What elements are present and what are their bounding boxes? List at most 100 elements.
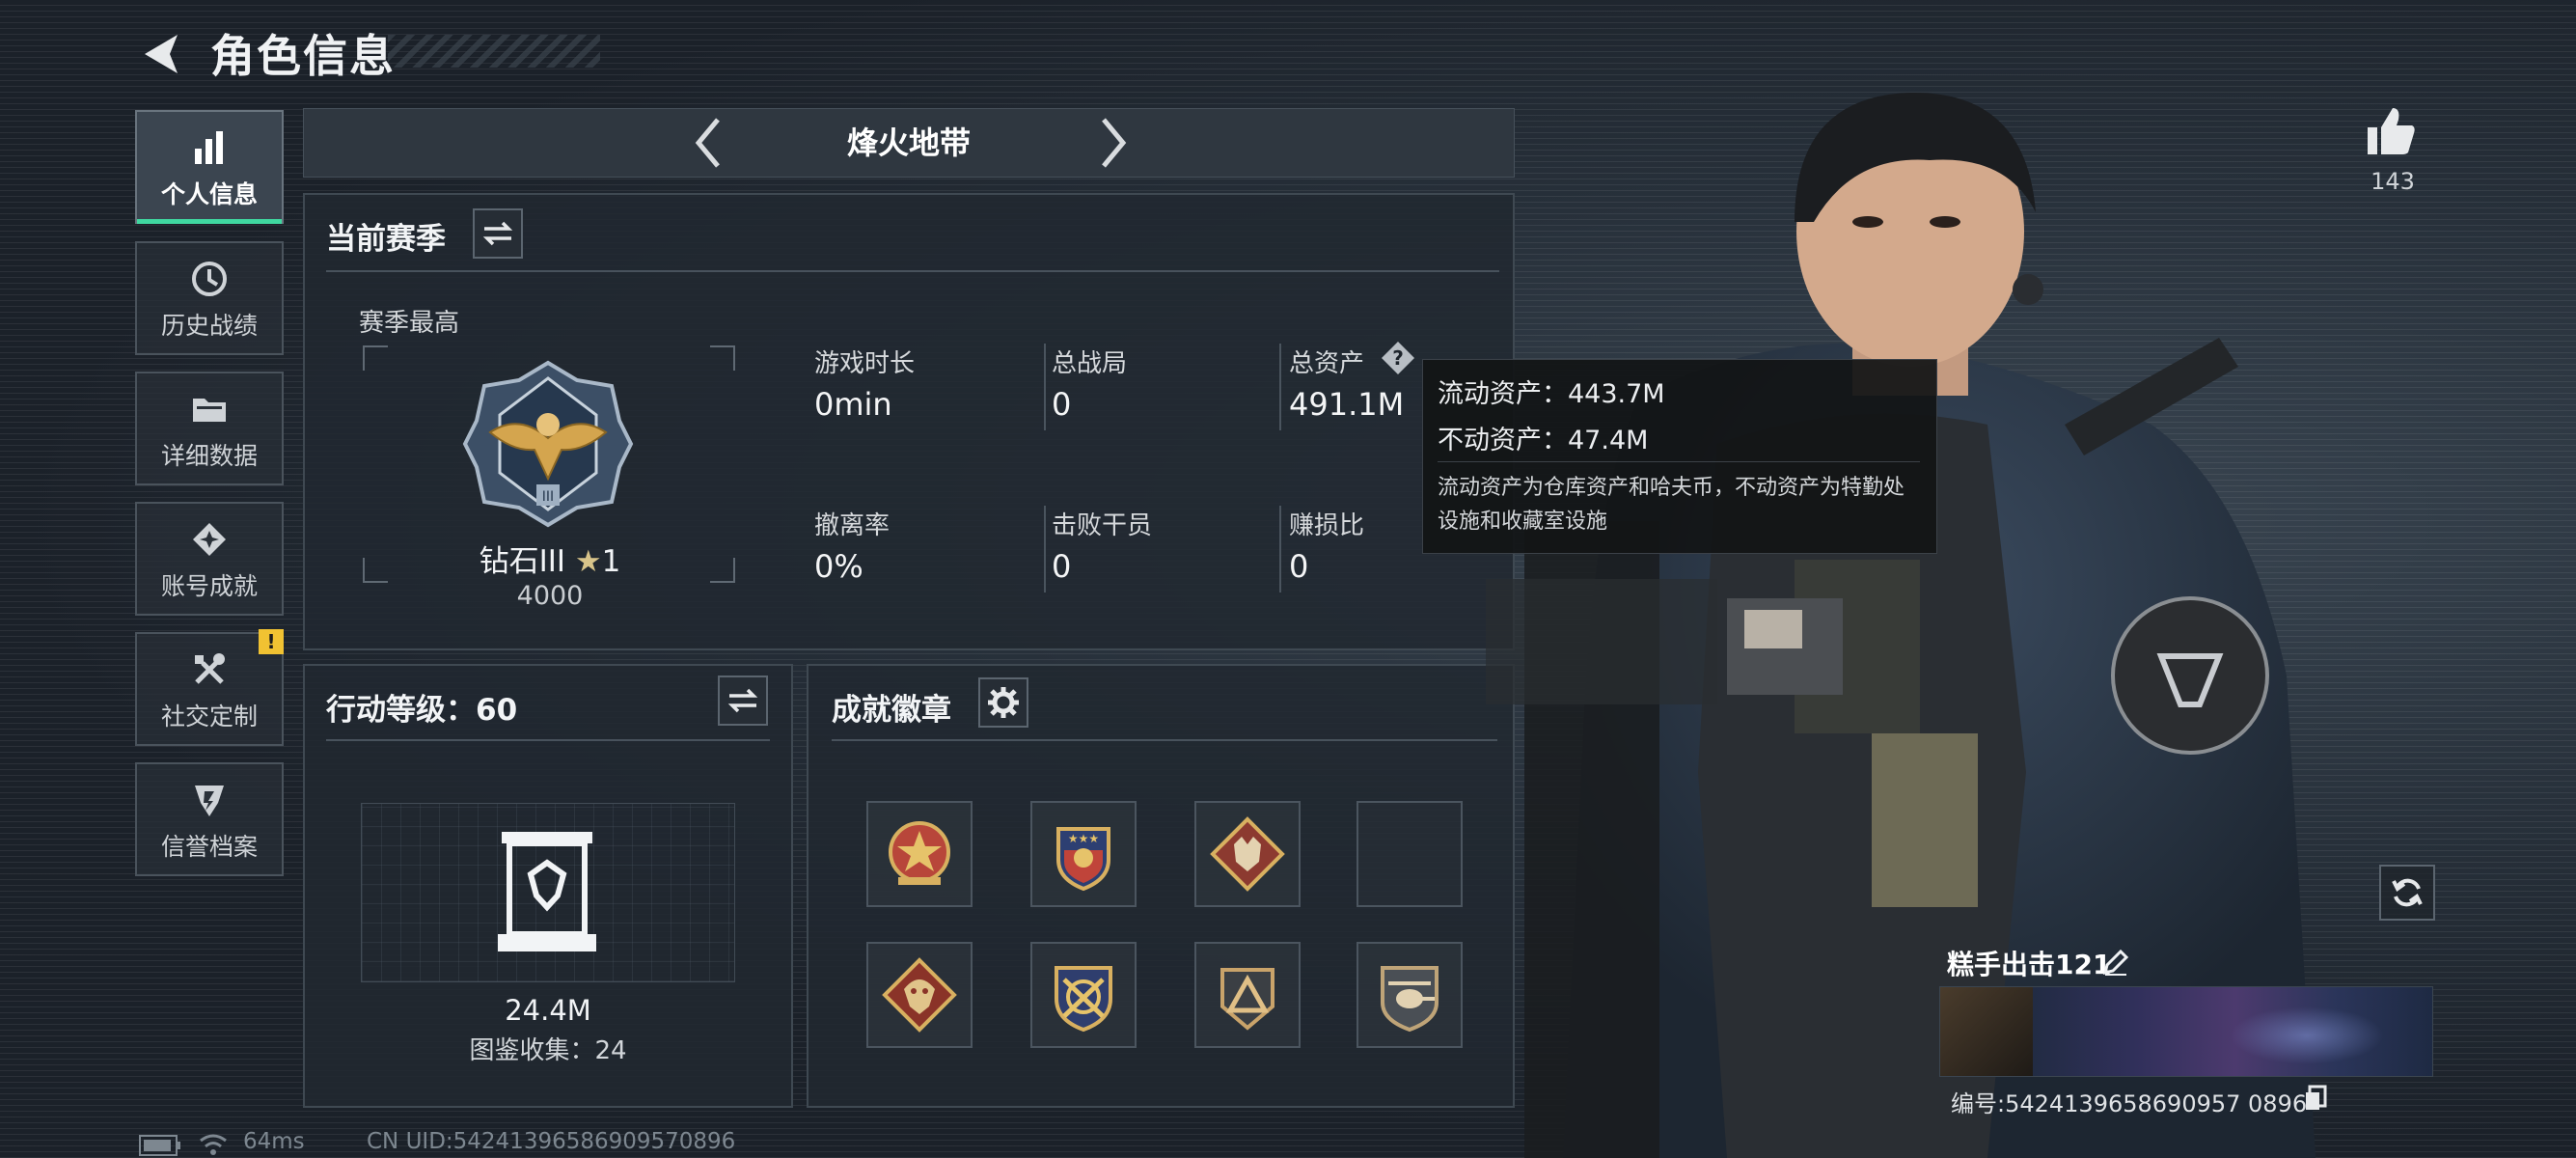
sidebar-item-label: 账号成就 (160, 572, 258, 600)
divider (1044, 344, 1046, 430)
sidebar-item-reputation[interactable]: 信誉档案 (135, 762, 284, 876)
sidebar-item-label: 信誉档案 (160, 833, 258, 861)
divider (326, 739, 770, 741)
refresh-button[interactable] (2379, 865, 2435, 921)
refresh-icon (2392, 878, 2423, 907)
frame-corner (363, 345, 388, 371)
sidebar-item-label: 社交定制 (160, 703, 258, 731)
player-name: 糕手出击121 (1947, 949, 2112, 980)
stat-value-total-matches: 0 (1052, 386, 1072, 423)
player-id-text: 编号:5424139658690957 0896 (1951, 1090, 2308, 1117)
divider (1279, 344, 1281, 430)
stat-label-extraction-rate: 撤离率 (814, 511, 891, 540)
stat-value-total-assets: 491.1M (1289, 386, 1405, 423)
collection-count: 图鉴收集：24 (469, 1036, 627, 1065)
triangle-badge-icon (1220, 968, 1274, 1031)
help-icon[interactable]: ? (1380, 340, 1416, 376)
thumbs-up-icon[interactable] (2364, 104, 2418, 158)
crossed-weapons-badge-icon (1055, 966, 1112, 1033)
eagle-shield-badge-icon: ★★★ (1056, 827, 1110, 892)
badge-triangle[interactable] (1194, 942, 1301, 1048)
stat-value-extraction-rate: 0% (814, 548, 863, 585)
stat-label-total-matches: 总战局 (1052, 349, 1128, 378)
svg-text:III: III (542, 489, 554, 505)
swap-icon (727, 688, 758, 713)
level-title: 行动等级：60 (326, 693, 518, 728)
sidebar-item-label: 历史战绩 (160, 312, 258, 340)
badge-empty-slot[interactable] (1357, 801, 1463, 907)
sidebar-item-history[interactable]: 历史战绩 (135, 241, 284, 355)
mode-title: 烽火地带 (846, 124, 971, 161)
stat-label-profit-ratio: 赚损比 (1289, 511, 1365, 540)
badge-helicopter[interactable] (1357, 942, 1463, 1048)
stat-value-operators-defeated: 0 (1052, 548, 1072, 585)
collection-display-icon (498, 832, 596, 951)
uid: CN UID:54241396586909570896 (367, 1129, 736, 1154)
sidebar-item-achievements[interactable]: 账号成就 (135, 502, 284, 616)
season-switch-button[interactable] (473, 208, 523, 259)
chevron-left-icon[interactable] (689, 114, 727, 172)
divider (832, 739, 1497, 741)
tooltip-description: 流动资产为仓库资产和哈夫币，不动资产为特勤处设施和收藏室设施 (1438, 476, 1905, 534)
stat-value-playtime: 0min (814, 386, 892, 423)
rank-stars: 1 (601, 544, 621, 579)
season-best-label: 赛季最高 (359, 309, 460, 338)
bar-chart-icon (195, 131, 223, 164)
stat-label-total-assets: 总资产 (1289, 349, 1365, 378)
badge-wolf-diamond[interactable] (1194, 801, 1301, 907)
svg-text:?: ? (1392, 346, 1404, 370)
ping: 64ms (243, 1129, 305, 1154)
copy-icon[interactable] (2304, 1085, 2327, 1112)
badge-eagle-shield[interactable]: ★★★ (1030, 801, 1137, 907)
stat-label-operators-defeated: 击败干员 (1052, 511, 1153, 540)
history-icon (192, 262, 227, 296)
divider (1279, 506, 1281, 593)
helicopter-badge-icon (1381, 966, 1439, 1033)
rank-name-row: 钻石III ★1 (367, 537, 733, 580)
stat-value-profit-ratio: 0 (1289, 548, 1309, 585)
season-title: 当前赛季 (326, 222, 446, 257)
collection-value: 24.4M (505, 994, 591, 1027)
achievement-icon (193, 523, 226, 556)
wolf-diamond-badge-icon (1210, 816, 1285, 892)
chevron-right-icon[interactable] (1094, 114, 1133, 172)
like-count: 143 (2370, 168, 2415, 195)
notification-badge: ! (259, 629, 284, 654)
player-id: 编号:5424139658690957 0896 (1951, 1085, 2307, 1118)
badges-settings-button[interactable] (978, 677, 1028, 728)
stat-label-playtime: 游戏时长 (814, 349, 916, 378)
divider (326, 270, 1499, 272)
sidebar-item-label: 个人信息 (160, 180, 258, 208)
folder-icon (193, 399, 226, 422)
diamond-rank-emblem-icon: III (462, 360, 634, 528)
star-shield-badge-icon (889, 821, 950, 885)
star-icon: ★ (574, 544, 602, 579)
divider (1438, 461, 1920, 462)
svg-text:★★★: ★★★ (1068, 832, 1099, 845)
sidebar-item-detailed-data[interactable]: 详细数据 (135, 372, 284, 485)
level-switch-button[interactable] (718, 676, 768, 726)
frame-corner (710, 345, 735, 371)
tools-icon (195, 653, 225, 684)
dragon-diamond-badge-icon (882, 957, 957, 1033)
sidebar-item-personal-info[interactable]: 个人信息 (135, 110, 284, 224)
swap-icon (482, 221, 513, 246)
rank-points: 4000 (516, 581, 584, 611)
sidebar-item-label: 详细数据 (160, 442, 258, 470)
badge-crossed-weapons[interactable] (1030, 942, 1137, 1048)
badge-dragon-diamond[interactable] (866, 942, 973, 1048)
badges-title: 成就徽章 (832, 693, 951, 728)
reputation-icon (195, 786, 224, 816)
title-decoration (388, 35, 600, 68)
player-banner[interactable] (1939, 986, 2433, 1077)
divider (1044, 506, 1046, 593)
banner-art (2230, 1006, 2384, 1064)
badge-star-shield[interactable] (866, 801, 973, 907)
edit-pencil-icon[interactable] (2101, 948, 2130, 977)
page-title: 角色信息 (210, 30, 396, 82)
tooltip-liquid-assets: 流动资产：443.7M (1438, 379, 1665, 409)
wifi-icon (200, 1134, 227, 1155)
back-arrow-icon[interactable] (135, 29, 185, 79)
battery-icon (139, 1135, 180, 1156)
rank-name: 钻石III (479, 544, 566, 579)
